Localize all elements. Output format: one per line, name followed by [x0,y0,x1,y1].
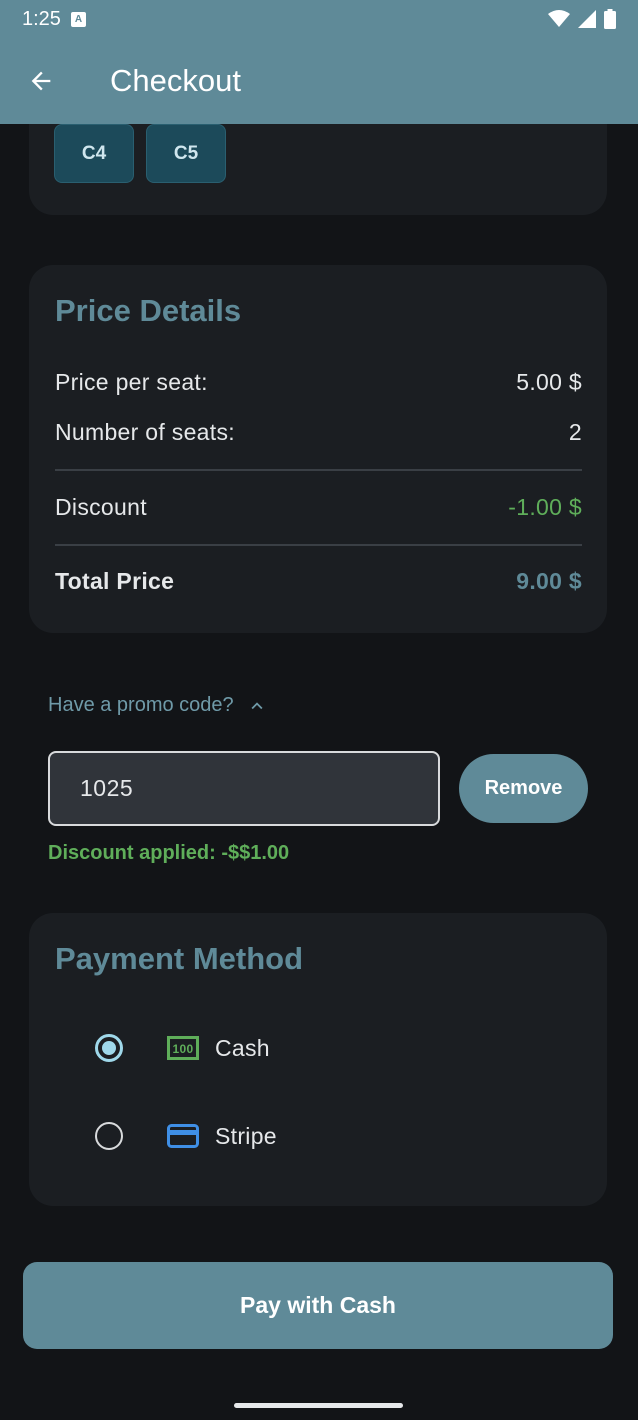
top-app-bar: 1:25 A Checkout [0,0,638,124]
payment-option-stripe[interactable]: Stripe [95,1122,277,1150]
chevron-up-icon [251,701,263,709]
arrow-back-icon [31,71,51,91]
number-of-seats-value: 2 [568,419,582,445]
discount-row: Discount -1.00 $ [55,494,582,521]
radio-button-selected[interactable] [95,1034,123,1062]
price-per-seat-row: Price per seat: 5.00 $ [55,369,582,396]
price-details-card: Price Details Price per seat: 5.00 $ Num… [29,265,607,633]
divider [55,469,582,471]
promo-code-toggle[interactable]: Have a promo code? [48,694,268,717]
pay-button[interactable]: Pay with Cash [23,1262,613,1349]
cash-icon: 100 [167,1036,199,1060]
number-of-seats-row: Number of seats: 2 [55,419,582,446]
promo-code-input[interactable]: 1025 [48,751,440,826]
back-button[interactable] [13,53,69,109]
total-price-value: 9.00 $ [516,568,582,594]
discount-applied-message: Discount applied: -$$1.00 [48,842,290,864]
seat-chip[interactable]: C5 [146,124,226,183]
seat-chip[interactable]: C4 [54,124,134,183]
page-title: Checkout [110,63,241,98]
payment-option-label: Cash [215,1034,270,1061]
discount-label: Discount [55,494,147,520]
price-per-seat-value: 5.00 $ [516,369,582,395]
price-per-seat-label: Price per seat: [55,369,208,395]
total-price-row: Total Price 9.00 $ [55,568,582,595]
svg-text:100: 100 [173,1042,194,1056]
divider [55,544,582,546]
payment-option-label: Stripe [215,1122,277,1149]
promo-code-toggle-label: Have a promo code? [48,694,234,716]
price-details-title: Price Details [55,293,242,328]
payment-option-cash[interactable]: 100 Cash [95,1034,270,1062]
payment-method-title: Payment Method [55,941,304,976]
radio-button[interactable] [95,1122,123,1150]
notification-icon: A [70,11,86,27]
cellular-signal-icon [578,10,596,28]
app-bar: Checkout [0,38,638,124]
payment-method-card: Payment Method 100 Cash Stripe [29,913,607,1206]
status-time: 1:25 [22,7,61,30]
wifi-icon [548,10,570,27]
discount-value: -1.00 $ [508,494,582,520]
number-of-seats-label: Number of seats: [55,419,235,445]
battery-icon [604,9,616,29]
home-indicator[interactable] [234,1403,403,1408]
remove-promo-button[interactable]: Remove [459,754,588,823]
total-price-label: Total Price [55,568,175,594]
credit-card-icon [167,1124,199,1148]
status-bar: 1:25 A [0,0,638,38]
